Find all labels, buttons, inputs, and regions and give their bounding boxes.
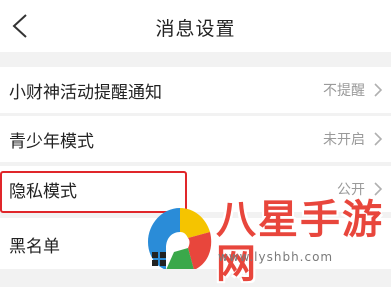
row-label: 黑名单 — [9, 237, 60, 257]
chevron-right-icon — [374, 83, 383, 97]
row-value: 未开启 — [323, 132, 365, 148]
page-title: 消息设置 — [155, 18, 236, 40]
watermark-text: 八星手游网 — [216, 197, 384, 287]
watermark-url: www.lyshbh.com — [218, 250, 334, 264]
settings-row-teen-mode[interactable]: 青少年模式 未开启 — [0, 116, 391, 162]
row-label: 小财神活动提醒通知 — [9, 82, 162, 103]
top-bar: 消息设置 — [0, 0, 391, 52]
settings-row-activity-reminder[interactable]: 小财神活动提醒通知 不提醒 — [0, 67, 391, 113]
row-value: 不提醒 — [323, 83, 365, 99]
row-label: 青少年模式 — [9, 131, 94, 152]
chevron-right-icon — [374, 132, 383, 146]
chevron-right-icon — [374, 182, 383, 196]
